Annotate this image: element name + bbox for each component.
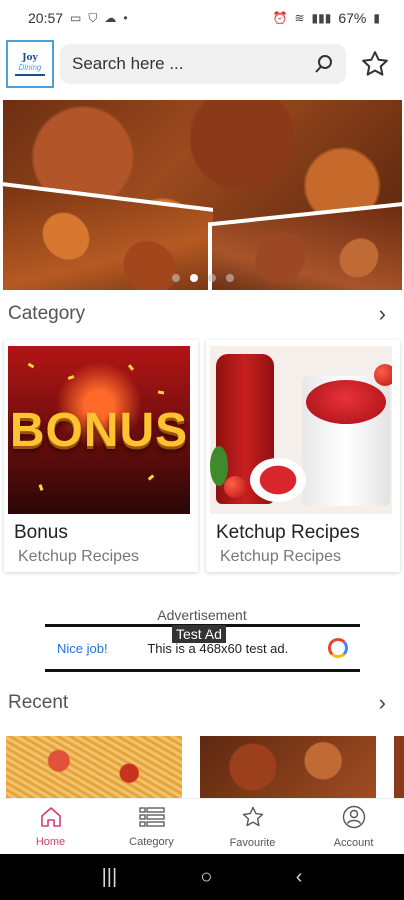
tomato xyxy=(224,476,246,498)
carousel-dot[interactable] xyxy=(171,274,180,282)
battery-percent: 67% xyxy=(338,10,367,26)
carousel-dots xyxy=(3,274,402,282)
nav-category[interactable]: Category xyxy=(101,799,202,854)
signal-icon: ▮▮▮ xyxy=(311,11,332,25)
ketchup-dish xyxy=(250,458,306,502)
card-image-bonus: BONUS xyxy=(8,346,190,514)
search-input[interactable]: Search here ... xyxy=(60,44,346,84)
nav-favourite-label: Favourite xyxy=(229,836,276,849)
nav-home[interactable]: Home xyxy=(0,799,101,854)
search-placeholder: Search here ... xyxy=(72,54,184,73)
card-subtitle: Ketchup Recipes xyxy=(18,548,139,565)
app-logo[interactable]: Joy Dining xyxy=(6,40,54,88)
carousel-dot[interactable] xyxy=(207,274,216,282)
nav-home-label: Home xyxy=(35,835,66,848)
cloud-icon: ☁ xyxy=(104,11,117,25)
account-icon xyxy=(342,805,366,834)
wifi-icon: ≋ xyxy=(294,11,305,25)
ad-banner[interactable]: Test Ad Nice job! This is a 468x60 test … xyxy=(45,624,360,672)
recent-section-header[interactable]: Recent › xyxy=(0,688,404,718)
recent-item[interactable] xyxy=(6,736,182,798)
chevron-right-icon[interactable]: › xyxy=(379,301,386,327)
chevron-right-icon[interactable]: › xyxy=(379,690,386,716)
ad-label: Advertisement xyxy=(157,607,247,623)
category-card-bonus[interactable]: BONUS Bonus Ketchup Recipes xyxy=(4,340,198,572)
logo-underline xyxy=(15,73,45,76)
list-icon xyxy=(138,806,165,833)
test-ad-tag: Test Ad xyxy=(172,625,226,643)
category-section-title: Category xyxy=(8,303,86,324)
tomato xyxy=(374,364,392,386)
ad-choices-icon[interactable] xyxy=(328,638,348,658)
app-header: Joy Dining Search here ... xyxy=(0,36,404,92)
recent-item[interactable] xyxy=(200,736,376,798)
confetti xyxy=(147,474,155,481)
status-left: 20:57 ▭ ⛉ ☁ • xyxy=(28,10,128,26)
logo-text-mid: Dining xyxy=(18,62,42,72)
shield-icon: ⛉ xyxy=(88,10,98,25)
ad-nice-text: Nice job! xyxy=(57,640,108,656)
home-icon xyxy=(39,806,63,833)
favourite-button[interactable] xyxy=(358,47,392,81)
nav-account[interactable]: Account xyxy=(303,799,404,854)
status-time: 20:57 xyxy=(28,10,64,26)
battery-icon: ▮ xyxy=(373,11,380,25)
back-icon[interactable]: ‹ xyxy=(296,866,303,889)
recent-apps-icon[interactable]: ||| xyxy=(102,866,118,889)
bottom-nav: Home Category Favourite Account xyxy=(0,798,404,854)
logo-text-top: Joy xyxy=(22,52,38,63)
system-nav-bar: ||| ○ ‹ xyxy=(0,854,404,900)
confetti xyxy=(127,364,135,371)
recent-list xyxy=(0,736,404,798)
card-title: Ketchup Recipes xyxy=(216,522,360,543)
search-icon[interactable] xyxy=(314,54,334,74)
ketchup-sauce xyxy=(306,380,386,424)
card-title: Bonus xyxy=(14,522,68,543)
carousel-dot[interactable] xyxy=(225,274,234,282)
status-right: ⏰ ≋ ▮▮▮ 67% ▮ xyxy=(273,10,380,26)
dot-icon: • xyxy=(123,11,128,25)
confetti xyxy=(157,390,165,395)
category-section-header[interactable]: Category › xyxy=(0,299,404,329)
recent-section-title: Recent xyxy=(8,692,69,713)
card-image-ketchup xyxy=(210,346,392,514)
nav-account-label: Account xyxy=(333,836,374,849)
alarm-icon: ⏰ xyxy=(272,11,288,25)
confetti xyxy=(27,362,35,369)
laptop-icon: ▭ xyxy=(70,11,82,25)
carousel-dot-active[interactable] xyxy=(189,274,198,282)
star-icon xyxy=(360,49,390,79)
star-icon xyxy=(241,805,265,834)
bonus-image-text: BONUS xyxy=(9,403,189,457)
nav-category-label: Category xyxy=(129,835,174,848)
nav-favourite[interactable]: Favourite xyxy=(202,799,303,854)
category-card-ketchup[interactable]: Ketchup Recipes Ketchup Recipes xyxy=(206,340,400,572)
banner-carousel[interactable] xyxy=(3,100,402,290)
card-subtitle: Ketchup Recipes xyxy=(220,548,341,565)
status-bar: 20:57 ▭ ⛉ ☁ • ⏰ ≋ ▮▮▮ 67% ▮ xyxy=(0,0,404,36)
confetti xyxy=(38,484,44,491)
home-button-icon[interactable]: ○ xyxy=(200,866,212,889)
confetti xyxy=(67,375,75,380)
recent-item[interactable] xyxy=(394,736,404,798)
